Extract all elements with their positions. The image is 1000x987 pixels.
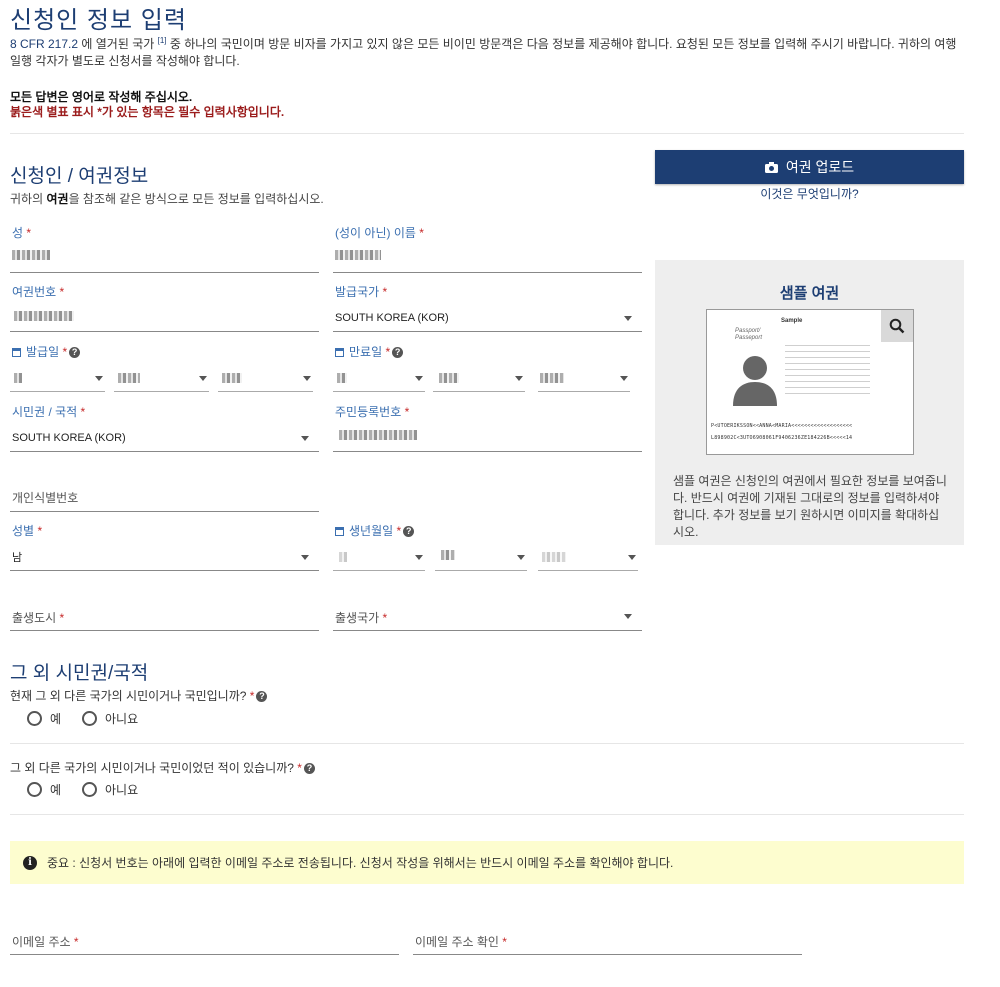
citizenship-value: SOUTH KOREA (KOR)	[12, 432, 126, 444]
passport-data-lines	[785, 340, 870, 398]
help-icon[interactable]: ?	[303, 763, 315, 775]
issuing-country-value: SOUTH KOREA (KOR)	[335, 312, 449, 324]
upload-label: 여권 업로드	[785, 159, 855, 175]
section-heading-other-citizenship: 그 외 시민권/국적	[10, 663, 149, 684]
passport-mrz-line-2: L898902C<3UTO6908061F9406236ZE184226B<<<…	[711, 435, 853, 441]
issue-month-select[interactable]	[114, 367, 209, 392]
dob-group: 생년월일 *?	[333, 522, 642, 571]
camera-icon	[764, 161, 778, 173]
dob-month-select[interactable]	[435, 546, 527, 571]
zoom-button[interactable]	[881, 310, 913, 342]
upload-passport-button[interactable]: 여권 업로드	[655, 150, 964, 184]
chevron-down-icon	[301, 436, 309, 441]
required-note: 붉은색 별표 표시 *가 있는 항목은 필수 입력사항입니다.	[10, 105, 285, 119]
passport-number-field[interactable]: 여권번호 *	[10, 283, 319, 332]
birth-country-select[interactable]: 출생국가 *	[333, 582, 642, 631]
divider	[10, 743, 964, 744]
national-id-value-redacted	[339, 430, 417, 440]
citizenship-select[interactable]: 시민권 / 국적 * SOUTH KOREA (KOR)	[10, 403, 319, 452]
radio-former-no[interactable]: 아니요	[82, 781, 138, 798]
birth-country-label: 출생국가 *	[335, 611, 388, 625]
sample-passport-image[interactable]: Sample Passport/ Passeport P<UTOERIKSSON…	[706, 309, 914, 455]
passport-mrz-line-1: P<UTOERIKSSON<<ANNA<MARIA<<<<<<<<<<<<<<<…	[711, 423, 853, 429]
search-icon	[889, 318, 905, 334]
help-icon[interactable]: ?	[256, 691, 268, 703]
personal-id-label: 개인식별번호	[12, 491, 79, 505]
help-icon[interactable]: ?	[69, 347, 81, 359]
calendar-icon	[335, 348, 344, 357]
issuing-country-select[interactable]: 발급국가 * SOUTH KOREA (KOR)	[333, 283, 642, 332]
national-id-label: 주민등록번호 *	[335, 405, 410, 419]
birth-city-label: 출생도시 *	[12, 611, 65, 625]
national-id-field[interactable]: 주민등록번호 *	[333, 403, 642, 452]
sample-passport-description: 샘플 여권은 신청인의 여권에서 필요한 정보를 보여줍니다. 반드시 여권에 …	[673, 474, 947, 539]
passport-number-label: 여권번호 *	[12, 285, 65, 299]
notice-text: 중요 : 신청서 번호는 아래에 입력한 이메일 주소로 전송됩니다. 신청서 …	[47, 856, 674, 870]
divider	[10, 133, 964, 134]
surname-field[interactable]: 성 *	[10, 224, 319, 273]
personal-id-field[interactable]: 개인식별번호	[10, 463, 319, 512]
issue-year-select[interactable]	[218, 367, 313, 392]
intro-paragraph: 8 CFR 217.2 에 열거된 국가 [1] 중 하나의 국민이며 방문 비…	[10, 32, 960, 70]
given-name-field[interactable]: (성이 아닌) 이름 *	[333, 224, 642, 273]
section-heading-applicant: 신청인 / 여권정보	[10, 166, 149, 187]
surname-value-redacted	[12, 250, 50, 260]
section-subtitle: 귀하의 여권을 참조해 같은 방식으로 모든 정보를 입력하십시오.	[10, 190, 324, 207]
chevron-down-icon	[624, 614, 632, 619]
footnote-link[interactable]: [1]	[158, 36, 167, 45]
question-former-citizenship: 그 외 다른 국가의 시민이거나 국민이었던 적이 있습니까? *?	[10, 759, 315, 776]
passport-number-value-redacted	[14, 311, 74, 321]
issue-date-group: 발급일 *?	[10, 343, 319, 392]
expiry-date-label: 만료일 *?	[335, 343, 404, 360]
given-name-value-redacted	[335, 250, 381, 260]
important-notice: i 중요 : 신청서 번호는 아래에 입력한 이메일 주소로 전송됩니다. 신청…	[10, 841, 964, 884]
dob-day-select[interactable]	[333, 546, 425, 571]
passport-sample-label: Sample	[781, 318, 803, 324]
email-field[interactable]: 이메일 주소 *	[10, 928, 399, 955]
subtitle-text: 을 참조해 같은 방식으로 모든 정보를 입력하십시오.	[68, 192, 324, 206]
issue-day-select[interactable]	[10, 367, 105, 392]
radio-current-yes[interactable]: 예	[27, 710, 61, 727]
help-icon[interactable]: ?	[392, 347, 404, 359]
sex-select[interactable]: 성별 * 남	[10, 522, 319, 571]
info-icon: i	[23, 855, 37, 870]
calendar-icon	[335, 527, 344, 536]
divider	[10, 814, 964, 815]
confirm-email-label: 이메일 주소 확인 *	[415, 935, 507, 949]
passport-word: Passport/ Passeport	[735, 328, 763, 341]
radio-current-no[interactable]: 아니요	[82, 710, 138, 727]
chevron-down-icon	[301, 555, 309, 560]
radio-former-yes[interactable]: 예	[27, 781, 61, 798]
surname-label: 성 *	[12, 226, 32, 240]
expiry-date-group: 만료일 *?	[333, 343, 642, 392]
sex-label: 성별 *	[12, 524, 43, 538]
subtitle-text: 귀하의	[10, 192, 47, 206]
citizenship-label: 시민권 / 국적 *	[12, 405, 86, 419]
dob-year-select[interactable]	[538, 546, 638, 571]
calendar-icon	[12, 348, 21, 357]
person-silhouette-icon	[733, 356, 777, 406]
cfr-link[interactable]: 8 CFR 217.2	[10, 37, 78, 51]
page-title: 신청인 정보 입력	[10, 7, 187, 34]
birth-city-field[interactable]: 출생도시 *	[10, 582, 319, 631]
dob-label: 생년월일 *?	[335, 522, 415, 539]
email-label: 이메일 주소 *	[12, 935, 79, 949]
confirm-email-field[interactable]: 이메일 주소 확인 *	[413, 928, 802, 955]
expiry-month-select[interactable]	[433, 367, 525, 392]
sample-passport-title: 샘플 여권	[779, 285, 840, 302]
given-name-label: (성이 아닌) 이름 *	[335, 226, 424, 240]
issue-date-label: 발급일 *?	[12, 343, 81, 360]
question-current-citizenship: 현재 그 외 다른 국가의 시민이거나 국민입니까? *?	[10, 687, 268, 704]
intro-text-1: 에 열거된 국가	[78, 37, 158, 51]
expiry-day-select[interactable]	[333, 367, 425, 392]
help-icon[interactable]: ?	[403, 526, 415, 538]
expiry-year-select[interactable]	[538, 367, 630, 392]
issuing-country-label: 발급국가 *	[335, 285, 388, 299]
sex-value: 남	[12, 552, 23, 564]
subtitle-bold: 여권	[46, 192, 69, 206]
what-is-this-link[interactable]: 이것은 무엇입니까?	[655, 185, 964, 202]
chevron-down-icon	[624, 316, 632, 321]
sample-passport-panel: 샘플 여권 Sample Passport/ Passeport P<UTOER…	[655, 260, 964, 545]
